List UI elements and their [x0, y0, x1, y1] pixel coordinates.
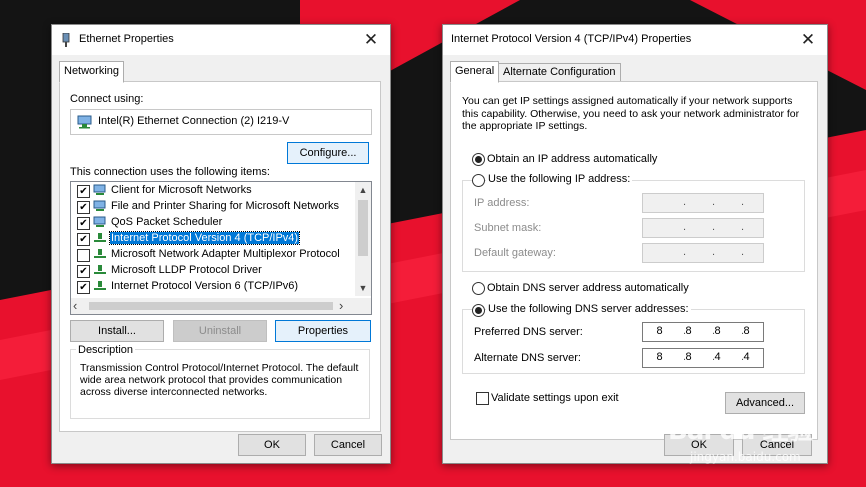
list-item[interactable]: Microsoft Network Adapter Multiplexor Pr…: [71, 247, 354, 263]
connect-using-label: Connect using:: [70, 93, 144, 105]
ipv4-close-button[interactable]: ✕: [795, 28, 821, 52]
ethernet-title-bar: Ethernet Properties ✕: [52, 25, 390, 55]
scroll-thumb[interactable]: [358, 200, 368, 256]
tab-general[interactable]: General: [450, 61, 500, 83]
list-item[interactable]: ✔ Internet Protocol Version 4 (TCP/IPv4): [71, 231, 354, 247]
ipv4-properties-dialog: Internet Protocol Version 4 (TCP/IPv4) P…: [442, 24, 828, 464]
items-label: This connection uses the following items…: [70, 166, 270, 178]
validate-settings-label[interactable]: Validate settings upon exit: [491, 392, 619, 404]
item-label: File and Printer Sharing for Microsoft N…: [111, 200, 340, 212]
subnet-mask-label: Subnet mask:: [474, 222, 542, 234]
network-adapter-icon: [62, 33, 70, 47]
default-gateway-field[interactable]: ...: [642, 243, 764, 263]
uninstall-button[interactable]: Uninstall: [173, 320, 267, 342]
use-following-ip-label[interactable]: Use the following IP address:: [486, 173, 633, 185]
alternate-dns-octet-4: 4: [743, 351, 751, 363]
obtain-dns-auto-label[interactable]: Obtain DNS server address automatically: [487, 282, 689, 294]
obtain-dns-auto-radio[interactable]: [472, 282, 485, 295]
ethernet-properties-dialog: Ethernet Properties ✕ Networking Connect…: [51, 24, 391, 464]
validate-settings-checkbox[interactable]: [476, 392, 489, 405]
list-item[interactable]: ✔ Microsoft LLDP Protocol Driver: [71, 263, 354, 279]
list-item[interactable]: ✔ File and Printer Sharing for Microsoft …: [71, 199, 354, 215]
file-sharing-icon: [93, 200, 106, 211]
alternate-dns-label: Alternate DNS server:: [474, 352, 581, 364]
ipv4-title-bar: Internet Protocol Version 4 (TCP/IPv4) P…: [443, 25, 827, 55]
default-gateway-label: Default gateway:: [474, 247, 556, 259]
obtain-ip-auto-radio[interactable]: [472, 153, 485, 166]
preferred-dns-field[interactable]: 8 . 8 . 8 . 8: [642, 322, 764, 342]
protocol-icon: [94, 249, 106, 258]
item-label: Internet Protocol Version 6 (TCP/IPv6): [111, 280, 299, 292]
h-scroll-thumb[interactable]: [89, 302, 333, 310]
alternate-dns-octet-1: 8: [656, 351, 664, 363]
preferred-dns-octet-1: 8: [656, 325, 664, 337]
item-label: Client for Microsoft Networks: [111, 184, 252, 196]
adapter-name: Intel(R) Ethernet Connection (2) I219-V: [98, 115, 290, 127]
scroll-left-arrow-icon[interactable]: ‹: [73, 298, 87, 314]
scroll-right-arrow-icon[interactable]: ›: [339, 298, 353, 314]
item-label: QoS Packet Scheduler: [111, 216, 223, 228]
obtain-ip-auto-label[interactable]: Obtain an IP address automatically: [487, 153, 657, 165]
item-label: Microsoft Network Adapter Multiplexor Pr…: [111, 248, 340, 260]
item-checkbox[interactable]: ✔: [77, 233, 90, 246]
baidu-watermark: Bai du 经验: [668, 416, 813, 446]
alternate-dns-octet-2: 8: [685, 351, 693, 363]
preferred-dns-octet-3: 8: [714, 325, 722, 337]
use-following-dns-label[interactable]: Use the following DNS server addresses:: [486, 303, 691, 315]
item-label: Microsoft LLDP Protocol Driver: [111, 264, 262, 276]
tab-alternate-configuration[interactable]: Alternate Configuration: [498, 63, 621, 82]
ip-address-label: IP address:: [474, 197, 530, 209]
preferred-dns-octet-4: 8: [743, 325, 751, 337]
description-text: Transmission Control Protocol/Internet P…: [80, 362, 359, 398]
adapter-field: Intel(R) Ethernet Connection (2) I219-V: [70, 109, 372, 135]
ethernet-cancel-button[interactable]: Cancel: [314, 434, 382, 456]
ethernet-ok-button[interactable]: OK: [238, 434, 306, 456]
qos-icon: [93, 216, 106, 227]
tab-networking[interactable]: Networking: [59, 61, 125, 83]
list-item[interactable]: ✔ QoS Packet Scheduler: [71, 215, 354, 231]
protocol-icon: [94, 233, 106, 242]
ethernet-close-button[interactable]: ✕: [358, 28, 384, 52]
use-following-ip-radio[interactable]: [472, 174, 485, 187]
protocol-icon: [94, 265, 106, 274]
preferred-dns-octet-2: 8: [685, 325, 693, 337]
list-horizontal-scrollbar[interactable]: ‹ ›: [71, 298, 371, 314]
list-item[interactable]: ✔ Client for Microsoft Networks: [71, 183, 354, 199]
ipv4-title: Internet Protocol Version 4 (TCP/IPv4) P…: [451, 33, 692, 45]
item-checkbox[interactable]: ✔: [77, 185, 90, 198]
scroll-down-arrow-icon[interactable]: ▼: [355, 280, 371, 296]
install-button[interactable]: Install...: [70, 320, 164, 342]
ipv4-intro-text: You can get IP settings assigned automat…: [462, 95, 800, 132]
network-card-icon: [77, 115, 92, 129]
item-checkbox[interactable]: ✔: [77, 265, 90, 278]
baidu-watermark-url: jingyan.baidu.com: [690, 450, 801, 464]
alternate-dns-field[interactable]: 8 . 8 . 4 . 4: [642, 348, 764, 368]
subnet-mask-field[interactable]: ...: [642, 218, 764, 238]
connection-items-list[interactable]: ✔ Client for Microsoft Networks ✔ File and …: [70, 181, 372, 315]
item-checkbox[interactable]: ✔: [77, 201, 90, 214]
properties-button[interactable]: Properties: [275, 320, 371, 342]
preferred-dns-label: Preferred DNS server:: [474, 326, 583, 338]
use-following-dns-radio[interactable]: [472, 304, 485, 317]
configure-button[interactable]: Configure...: [287, 142, 369, 164]
list-vertical-scrollbar[interactable]: ▲ ▼: [355, 182, 371, 296]
protocol-icon: [94, 281, 106, 290]
item-checkbox[interactable]: ✔: [77, 281, 90, 294]
ethernet-title: Ethernet Properties: [79, 33, 174, 45]
scroll-up-arrow-icon[interactable]: ▲: [355, 182, 371, 198]
list-item[interactable]: ✔ Internet Protocol Version 6 (TCP/IPv6): [71, 279, 354, 295]
client-network-icon: [93, 184, 106, 195]
description-label: Description: [76, 344, 136, 356]
item-label: Internet Protocol Version 4 (TCP/IPv4): [108, 231, 301, 245]
ip-address-field[interactable]: ...: [642, 193, 764, 213]
alternate-dns-octet-3: 4: [714, 351, 722, 363]
item-checkbox[interactable]: ✔: [77, 217, 90, 230]
item-checkbox[interactable]: [77, 249, 90, 262]
